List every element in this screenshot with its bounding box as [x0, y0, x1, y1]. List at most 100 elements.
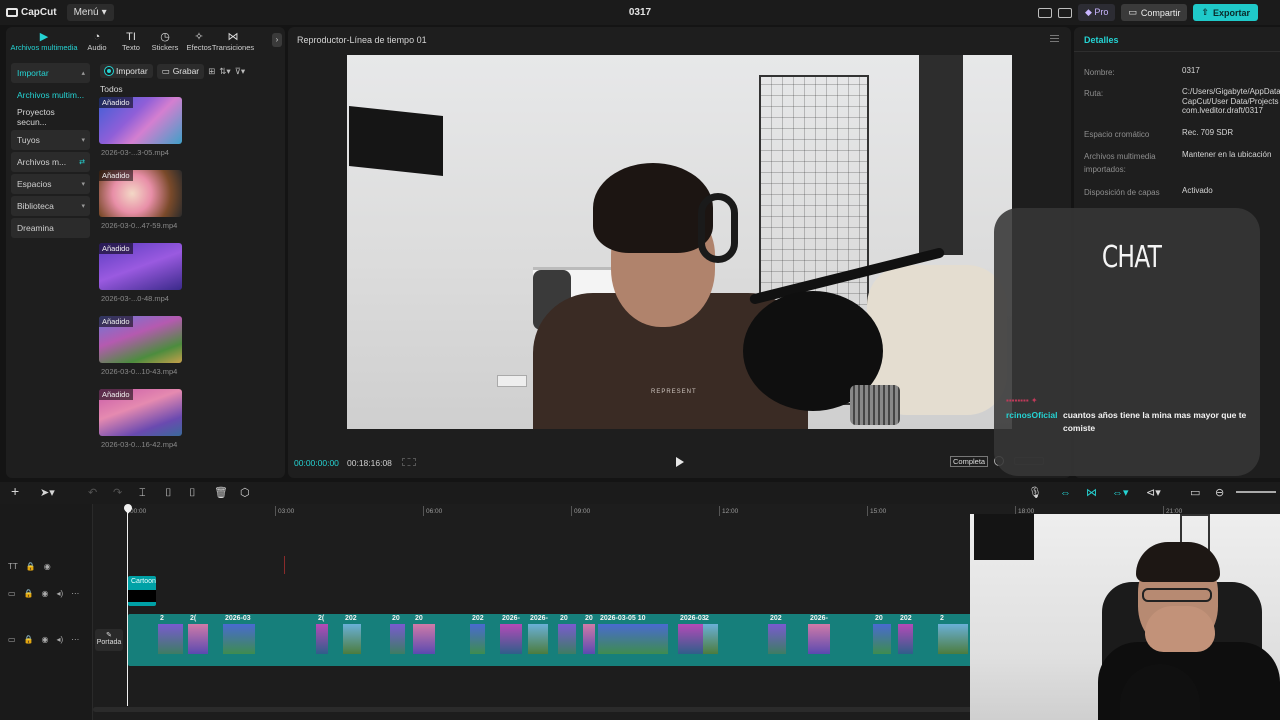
video-clip[interactable]: [558, 624, 576, 654]
zoom-out-icon[interactable]: ⊖: [1215, 487, 1224, 499]
shortcuts-icon[interactable]: [1057, 7, 1072, 18]
video-clip[interactable]: [703, 624, 718, 654]
video-clip[interactable]: [223, 624, 255, 654]
video-clip[interactable]: [343, 624, 361, 654]
zoom-slider[interactable]: [1236, 491, 1276, 493]
media-thumbnail[interactable]: Añadido: [99, 243, 182, 290]
export-button[interactable]: ⇧ Exportar: [1193, 4, 1258, 21]
nav-spaces[interactable]: Espacios ▾: [11, 173, 90, 194]
player-menu-icon[interactable]: [1050, 35, 1059, 42]
ratio-button[interactable]: Completa: [950, 456, 989, 467]
lock-icon[interactable]: 🔒: [26, 562, 36, 571]
main-video-track[interactable]: 2 2(2026-03 2(202 20 20 202 2026- 2026- 20 20 2026…: [128, 614, 973, 666]
nav-media-files[interactable]: Archivos multim...: [11, 85, 90, 105]
more-icon[interactable]: ⋯: [71, 589, 79, 598]
pro-button[interactable]: ◆ Pro: [1077, 4, 1116, 21]
nav-yours[interactable]: Tuyos ▾: [11, 129, 90, 150]
video-clip[interactable]: [583, 624, 595, 654]
tabs-next-button[interactable]: ›: [272, 33, 282, 47]
video-clip[interactable]: [768, 624, 786, 654]
preview-axis-icon[interactable]: ⊲▾: [1146, 487, 1161, 499]
nav-import[interactable]: Importar ▴: [11, 63, 90, 83]
undo-icon[interactable]: ↶: [88, 487, 97, 499]
sticker-icon: ◷: [160, 31, 170, 43]
cover-button[interactable]: ✎ Portada: [95, 629, 123, 651]
eye-icon[interactable]: ◉: [42, 635, 49, 644]
cover-label: Portada: [96, 639, 122, 646]
layout-icon[interactable]: [1037, 7, 1052, 18]
tab-stickers[interactable]: ◷ Stickers: [148, 27, 182, 54]
caption-icon[interactable]: ▭: [1190, 487, 1200, 499]
video-clip[interactable]: [678, 624, 703, 654]
split-right-icon[interactable]: ⌷: [189, 487, 196, 499]
video-clip[interactable]: [598, 624, 668, 654]
ruler-tick: 12:00: [718, 506, 739, 516]
video-clip[interactable]: [898, 624, 913, 654]
eye-icon[interactable]: ◉: [42, 589, 49, 598]
tab-text[interactable]: TI Texto: [114, 27, 148, 54]
video-clip-label: 202: [472, 615, 484, 622]
import-button[interactable]: Importar: [100, 64, 153, 78]
chevron-up-icon: ▴: [81, 70, 85, 77]
mark-icon[interactable]: ⬡: [240, 487, 250, 499]
share-button[interactable]: ▭ Compartir: [1121, 4, 1188, 21]
video-clip[interactable]: [316, 624, 328, 654]
nav-secondary-projects[interactable]: Proyectos secun...: [11, 107, 90, 127]
video-clip[interactable]: [808, 624, 830, 654]
video-clip[interactable]: [528, 624, 548, 654]
lock-icon[interactable]: 🔒: [24, 635, 34, 644]
delete-icon[interactable]: 🗑: [214, 487, 228, 499]
nav-media-m[interactable]: Archivos m... ⇄: [11, 151, 90, 172]
record-button[interactable]: ▭ Grabar: [156, 63, 205, 79]
link-icon[interactable]: ⇔▾: [1112, 487, 1129, 499]
split-left-icon[interactable]: ⌷: [165, 487, 172, 499]
video-clip[interactable]: [158, 624, 183, 654]
share-icon: ▭: [1128, 7, 1137, 17]
nav-library[interactable]: Biblioteca ▾: [11, 196, 90, 217]
playhead-line[interactable]: [127, 510, 128, 706]
audio-icon[interactable]: ◂): [57, 635, 64, 644]
add-track-icon[interactable]: +: [11, 484, 19, 498]
magnet-icon[interactable]: ⋈: [1086, 487, 1097, 499]
filter-icon[interactable]: ⊽▾: [235, 66, 246, 77]
audio-icon[interactable]: ◂): [57, 589, 64, 598]
grid-view-icon[interactable]: ⊞: [208, 66, 215, 77]
video-preview[interactable]: REPRESENT: [347, 55, 1012, 429]
video-clip[interactable]: [500, 624, 522, 654]
lock-icon[interactable]: 🔒: [24, 589, 34, 598]
detail-key: Nombre:: [1084, 68, 1115, 77]
menu-button[interactable]: Menú ▾: [66, 4, 114, 21]
media-thumbnail[interactable]: Añadido: [99, 389, 182, 436]
tab-audio[interactable]: ◔ Audio: [80, 27, 114, 54]
video-clip[interactable]: [390, 624, 405, 654]
text-clip-preview: [128, 590, 156, 602]
tab-media[interactable]: ▶ Archivos multimedia: [8, 27, 80, 54]
media-thumbnail[interactable]: Añadido: [99, 97, 182, 144]
timecode-format-icon[interactable]: [402, 458, 416, 466]
video-clip[interactable]: [188, 624, 208, 654]
select-tool-icon[interactable]: ➤▾: [40, 487, 55, 499]
video-clip[interactable]: [413, 624, 435, 654]
link-main-track-icon[interactable]: ⇔: [1060, 487, 1071, 499]
play-icon[interactable]: [676, 457, 684, 467]
sort-icon[interactable]: ⇅▾: [219, 66, 230, 77]
chevron-down-icon: ▾: [81, 180, 85, 188]
media-thumbnail[interactable]: Añadido: [99, 170, 182, 217]
video-clip[interactable]: [470, 624, 485, 654]
video-clip[interactable]: [938, 624, 968, 654]
microphone-icon[interactable]: 🎙: [1028, 487, 1042, 499]
timeline-scrollbar[interactable]: [93, 707, 973, 712]
eye-icon[interactable]: ◉: [44, 562, 51, 571]
nav-dreamina[interactable]: Dreamina: [11, 218, 90, 239]
text-clip[interactable]: Cartoon: [128, 576, 156, 606]
split-icon[interactable]: ⌶: [139, 487, 146, 499]
add-icon: [105, 67, 113, 75]
section-label: Todos: [100, 84, 123, 94]
media-thumbnail[interactable]: Añadido: [99, 316, 182, 363]
video-clip[interactable]: [873, 624, 891, 654]
more-icon[interactable]: ⋯: [71, 635, 79, 644]
tab-transitions[interactable]: ⋈ Transiciones: [212, 27, 254, 54]
track-headers: TT 🔒 ◉ ▭ 🔒 ◉ ◂) ⋯ ▭ 🔒 ◉ ◂) ⋯: [0, 504, 93, 720]
transitions-icon: ⋈: [227, 31, 239, 43]
redo-icon[interactable]: ↷: [113, 487, 122, 499]
